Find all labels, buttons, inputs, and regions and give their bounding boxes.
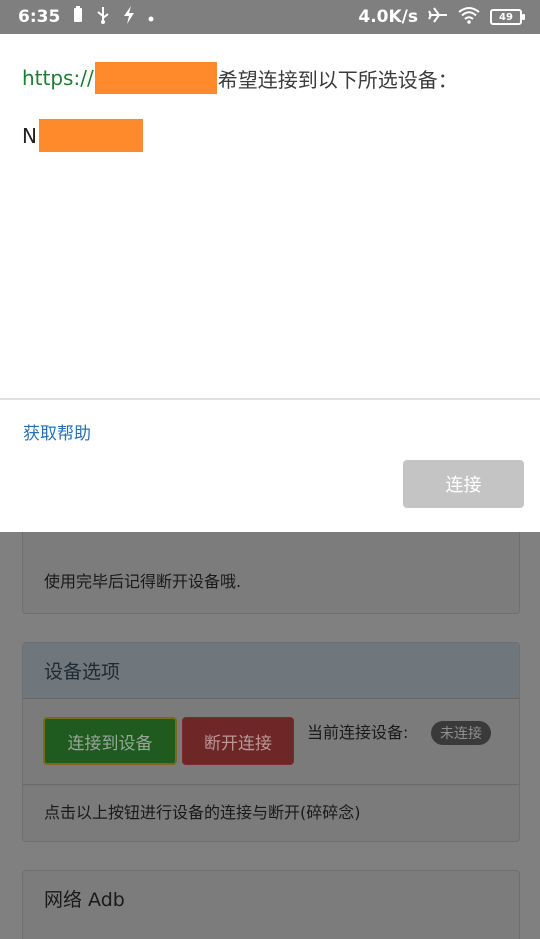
device-options-card: 设备选项 连接到设备 断开连接 当前连接设备: 未连接 点击以上按钮进行设备的连… bbox=[22, 642, 520, 842]
connect-button[interactable]: 连接 bbox=[403, 460, 524, 508]
disconnect-button[interactable]: 断开连接 bbox=[182, 717, 294, 765]
device-options-title: 设备选项 bbox=[23, 643, 519, 699]
device-options-body: 连接到设备 断开连接 当前连接设备: 未连接 bbox=[23, 699, 519, 785]
usb-device-chooser-dialog: https:// 希望连接到以下所选设备： N 获取帮助 连接 bbox=[0, 34, 540, 532]
wifi-icon bbox=[458, 6, 480, 29]
dialog-title: https:// 希望连接到以下所选设备： bbox=[22, 62, 458, 94]
redacted-origin bbox=[94, 62, 217, 94]
usb-icon bbox=[96, 6, 110, 29]
info-card: 使用完毕后记得断开设备哦. bbox=[22, 532, 520, 614]
network-adb-card: 网络 Adb bbox=[22, 870, 520, 939]
battery-icon: 49 bbox=[490, 9, 525, 25]
device-options-footer: 点击以上按钮进行设备的连接与断开(碎碎念) bbox=[44, 803, 361, 822]
status-time: 6:35 bbox=[18, 7, 61, 27]
origin-scheme: https:// bbox=[22, 66, 94, 90]
connect-device-button[interactable]: 连接到设备 bbox=[43, 717, 177, 765]
dialog-divider bbox=[0, 398, 540, 400]
current-device-label: 当前连接设备: bbox=[307, 723, 409, 742]
get-help-link[interactable]: 获取帮助 bbox=[23, 419, 91, 444]
dialog-title-text: 希望连接到以下所选设备： bbox=[217, 67, 458, 92]
network-adb-title: 网络 Adb bbox=[44, 889, 125, 911]
net-speed: 4.0K/s bbox=[358, 7, 418, 27]
status-bar: 6:35 4.0K/s 49 bbox=[0, 0, 540, 34]
airplane-icon bbox=[428, 6, 448, 29]
battery-saver-icon bbox=[72, 5, 84, 29]
info-card-text: 使用完毕后记得断开设备哦. bbox=[44, 572, 242, 591]
redacted-device-name bbox=[38, 119, 143, 152]
flash-icon bbox=[122, 5, 136, 29]
status-badge: 未连接 bbox=[431, 721, 491, 745]
device-name-prefix: N bbox=[22, 123, 37, 148]
dot-icon bbox=[148, 7, 154, 27]
device-list-item[interactable]: N bbox=[22, 119, 143, 152]
battery-level: 49 bbox=[499, 11, 513, 23]
